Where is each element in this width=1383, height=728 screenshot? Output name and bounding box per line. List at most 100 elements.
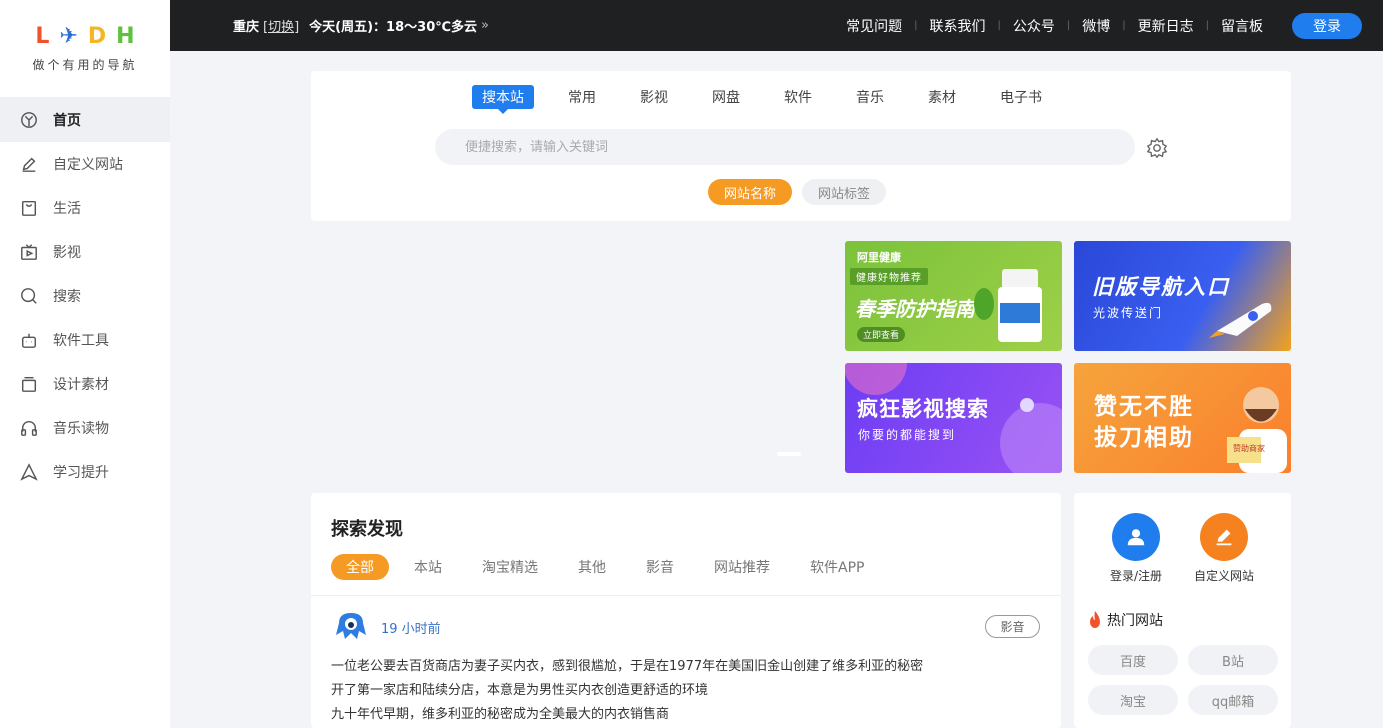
banner-old-nav-entry[interactable]: 旧版导航入口 光波传送门 — [1074, 241, 1291, 351]
sidebar-item-search[interactable]: 搜索 — [0, 274, 170, 318]
divider: | — [997, 20, 1001, 31]
user-icon — [1112, 513, 1160, 561]
banner-spring-guide[interactable]: 阿里健康 健康好物推荐 春季防护指南 立即查看 — [845, 241, 1062, 351]
sidebar-item-life[interactable]: 生活 — [0, 186, 170, 230]
hot-site-baidu[interactable]: 百度 — [1088, 645, 1178, 675]
city-name: 重庆 — [233, 20, 260, 35]
mode-site-name[interactable]: 网站名称 — [708, 179, 793, 205]
divider — [311, 595, 1061, 596]
sidebar-item-music[interactable]: 音乐读物 — [0, 406, 170, 450]
top-links: 常见问题 | 联系我们 | 公众号 | 微博 | 更新日志 | 留言板 — [846, 0, 1263, 51]
weather-text[interactable]: 今天(周五)：18～30℃多云 — [309, 16, 477, 35]
divider: | — [914, 20, 918, 31]
contact-link[interactable]: 联系我们 — [930, 16, 986, 36]
discover-tab-apps[interactable]: 软件APP — [795, 554, 879, 580]
post-category-tag[interactable]: 影音 — [985, 615, 1040, 638]
logo-mark: L ✈ D H — [35, 24, 134, 50]
hot-site-qqmail[interactable]: qq邮箱 — [1188, 685, 1278, 715]
search-tab-software[interactable]: 软件 — [774, 85, 822, 109]
hot-sites-grid: 百度 B站 淘宝 qq邮箱 — [1088, 645, 1278, 715]
banner-subtitle: 光波传送门 — [1093, 306, 1164, 320]
home-icon — [20, 111, 38, 129]
double-chevron-right-icon[interactable]: » — [481, 18, 489, 33]
sidebar-item-learning[interactable]: 学习提升 — [0, 450, 170, 494]
search-tab-site[interactable]: 搜本站 — [472, 85, 534, 114]
banner-title: 春季防护指南 — [855, 297, 975, 321]
discover-title: 探索发现 — [331, 519, 403, 540]
sidebar: L ✈ D H 做个有用的导航 首页 自定义网站 生活 影视 搜索 软件工具 设… — [0, 0, 170, 728]
search-tab-video[interactable]: 影视 — [630, 85, 678, 109]
post-line: 一位老公要去百货商店为妻子买内衣，感到很尴尬，于是在1977年在美国旧金山创建了… — [331, 659, 924, 674]
banner-title-line1: 赞无不胜 — [1094, 394, 1194, 420]
sidebar-item-custom-sites[interactable]: 自定义网站 — [0, 142, 170, 186]
gear-icon[interactable] — [1146, 137, 1168, 159]
weibo-link[interactable]: 微博 — [1082, 16, 1110, 36]
bubble-decoration — [845, 363, 1062, 473]
discover-tab-all[interactable]: 全部 — [331, 554, 389, 580]
discover-tab-media[interactable]: 影音 — [631, 554, 689, 580]
sidebar-item-label: 设计素材 — [53, 377, 109, 393]
sidebar-item-label: 软件工具 — [53, 333, 109, 349]
discover-tabs: 全部 本站 淘宝精选 其他 影音 网站推荐 软件APP — [331, 554, 889, 580]
sidebar-item-design[interactable]: 设计素材 — [0, 362, 170, 406]
banner-sponsor[interactable]: 赞无不胜 拔刀相助 赞助商家 — [1074, 363, 1291, 473]
changelog-link[interactable]: 更新日志 — [1138, 16, 1194, 36]
sidebar-item-label: 音乐读物 — [53, 421, 109, 437]
discover-tab-taobao[interactable]: 淘宝精选 — [467, 554, 553, 580]
sidebar-item-label: 自定义网站 — [53, 157, 123, 173]
sidebar-item-home[interactable]: 首页 — [0, 98, 170, 142]
banner-brand: 阿里健康 — [857, 251, 901, 264]
hot-site-bilibili[interactable]: B站 — [1188, 645, 1278, 675]
hot-site-taobao[interactable]: 淘宝 — [1088, 685, 1178, 715]
action-label: 自定义网站 — [1193, 569, 1254, 583]
side-panel: 登录/注册 自定义网站 热门网站 百度 B站 淘宝 qq邮箱 — [1074, 493, 1291, 728]
login-register-action[interactable]: 登录/注册 — [1091, 513, 1181, 584]
sidebar-item-video[interactable]: 影视 — [0, 230, 170, 274]
bag-icon — [20, 199, 38, 217]
search-tabs: 搜本站 常用 影视 网盘 软件 音乐 素材 电子书 — [472, 85, 1076, 114]
weather-widget: 重庆 [切换] 今天(周五)：18～30℃多云 » — [233, 0, 489, 51]
site-logo[interactable]: L ✈ D H 做个有用的导航 — [0, 0, 170, 98]
logo-tagline: 做个有用的导航 — [32, 58, 138, 72]
search-tab-material[interactable]: 素材 — [918, 85, 966, 109]
hot-sites-heading: 热门网站 — [1088, 610, 1163, 630]
search-tab-netdisk[interactable]: 网盘 — [702, 85, 750, 109]
rocket-illustration — [1209, 302, 1272, 338]
bearded-man-illustration — [1227, 387, 1287, 473]
switch-city-link[interactable]: [切换] — [263, 16, 299, 35]
logo-letter-l: L — [35, 24, 50, 49]
banner-badge: 健康好物推荐 — [850, 268, 928, 285]
pencil-icon — [20, 155, 38, 173]
divider: | — [1066, 20, 1071, 31]
discover-tab-recommend[interactable]: 网站推荐 — [699, 554, 785, 580]
discover-tab-site[interactable]: 本站 — [399, 554, 457, 580]
search-mode-pills: 网站名称 网站标签 — [708, 179, 887, 205]
custom-site-action[interactable]: 自定义网站 — [1179, 513, 1269, 584]
search-tab-ebook[interactable]: 电子书 — [990, 85, 1052, 109]
discover-tab-other[interactable]: 其他 — [563, 554, 621, 580]
post-content[interactable]: 一位老公要去百货商店为妻子买内衣，感到很尴尬，于是在1977年在美国旧金山创建了… — [331, 655, 923, 727]
login-button[interactable]: 登录 — [1292, 13, 1362, 39]
sidebar-item-software-tools[interactable]: 软件工具 — [0, 318, 170, 362]
carousel-indicator[interactable] — [777, 452, 801, 456]
search-input[interactable] — [435, 129, 1135, 165]
search-tab-common[interactable]: 常用 — [558, 85, 606, 109]
triangle-icon — [20, 463, 38, 481]
pill-bottle-illustration — [974, 269, 1042, 342]
banner-video-search[interactable]: 疯狂影视搜索 你要的都能搜到 — [845, 363, 1062, 473]
wechat-public-link[interactable]: 公众号 — [1013, 16, 1055, 36]
banner-cta: 立即查看 — [857, 327, 906, 342]
post-timestamp[interactable]: 19 小时前 — [381, 618, 441, 637]
sidebar-item-label: 学习提升 — [53, 465, 109, 481]
post-avatar[interactable] — [335, 611, 367, 641]
search-tab-music[interactable]: 音乐 — [846, 85, 894, 109]
post-line: 九十年代早期，维多利亚的秘密成为全美最大的内衣销售商 — [331, 707, 670, 722]
headphones-icon — [20, 419, 38, 437]
mode-site-tag[interactable]: 网站标签 — [802, 179, 887, 205]
sidebar-item-label: 搜索 — [53, 289, 81, 305]
faq-link[interactable]: 常见问题 — [846, 16, 902, 36]
logo-letter-d: D — [87, 24, 107, 49]
edit-icon — [1200, 513, 1248, 561]
top-bar: 重庆 [切换] 今天(周五)：18～30℃多云 » 常见问题 | 联系我们 | 公众… — [170, 0, 1383, 51]
message-board-link[interactable]: 留言板 — [1221, 16, 1263, 36]
